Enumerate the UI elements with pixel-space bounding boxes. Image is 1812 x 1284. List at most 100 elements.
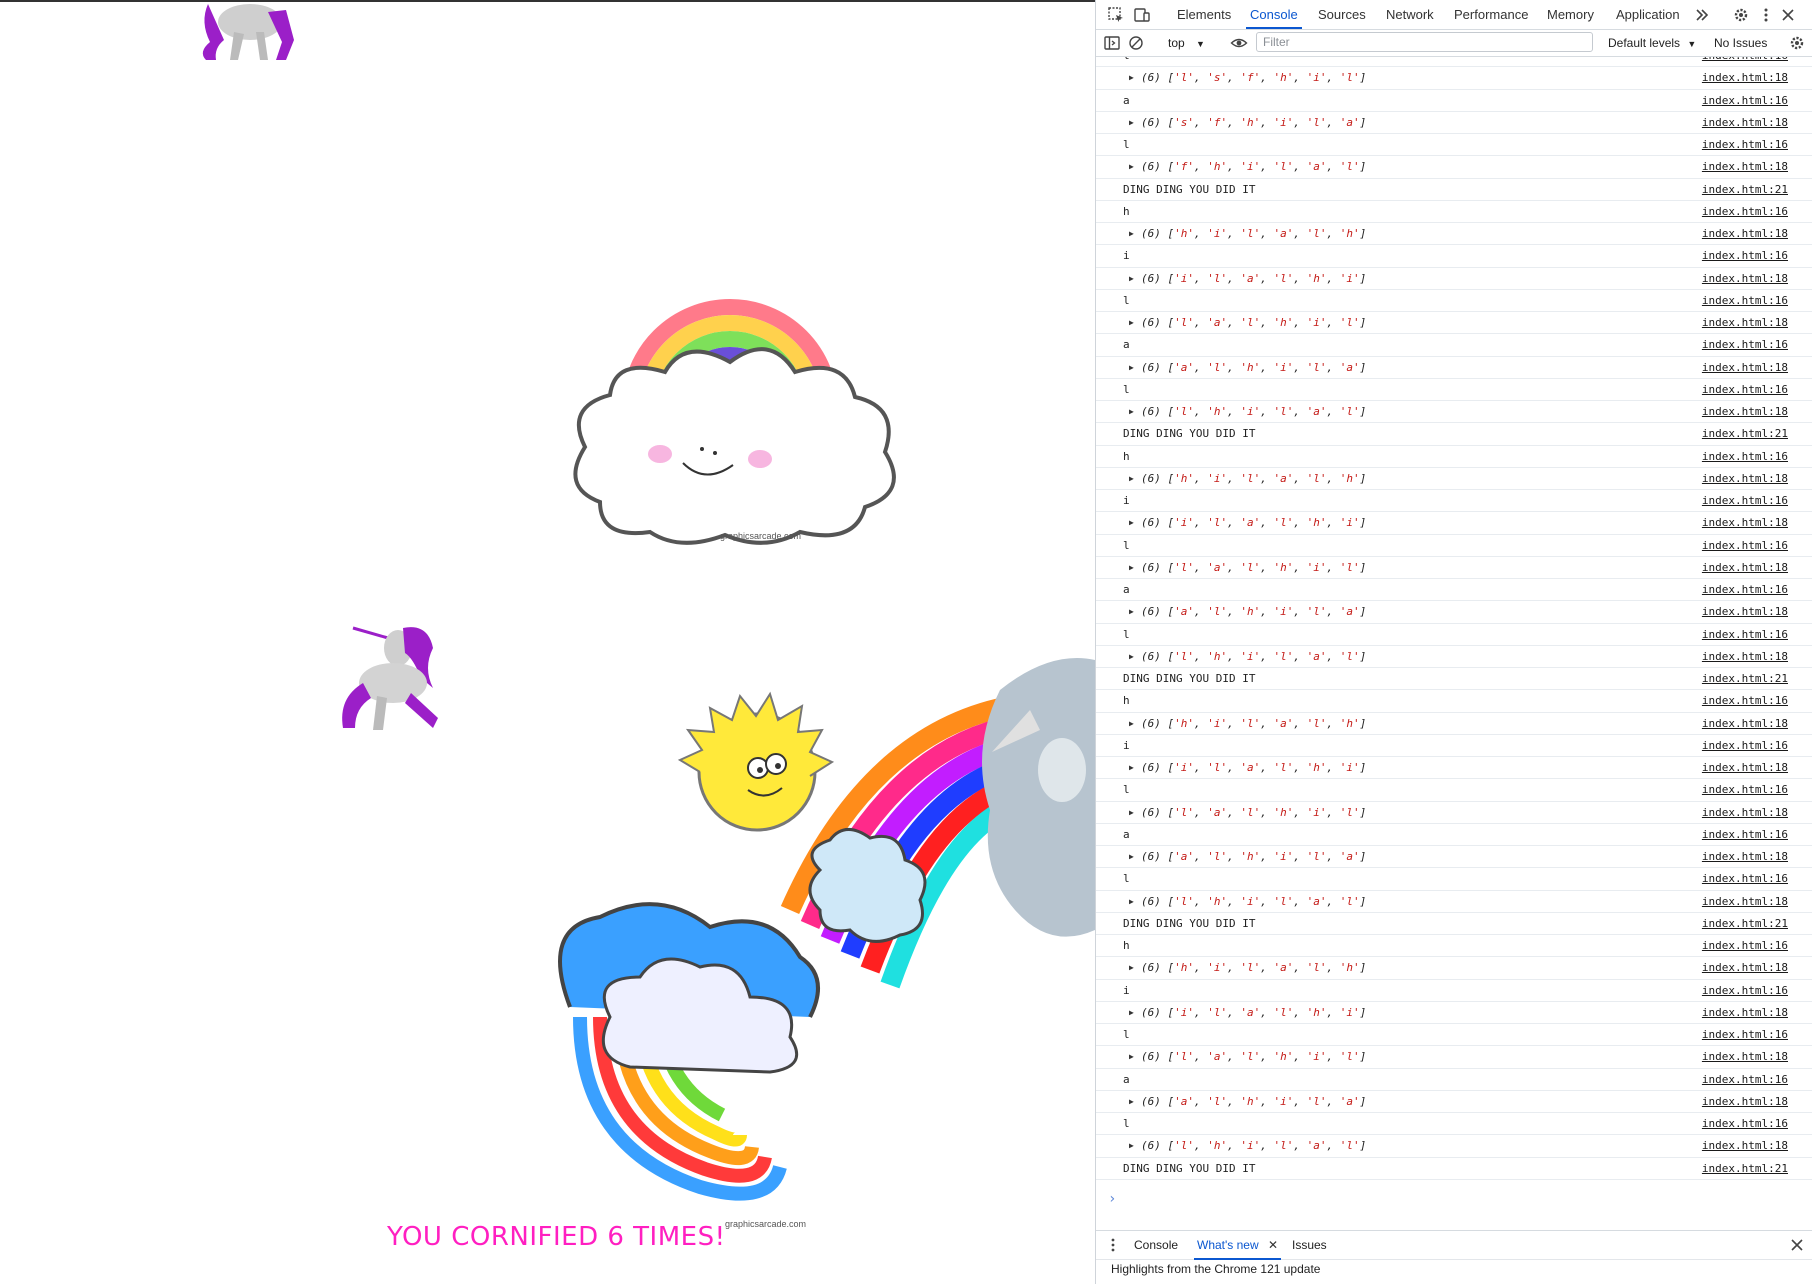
source-link[interactable]: index.html:16 <box>1702 690 1788 711</box>
source-link[interactable]: index.html:18 <box>1702 112 1788 133</box>
expand-triangle-icon[interactable]: ▶ <box>1129 401 1134 422</box>
tab-elements[interactable]: Elements <box>1177 0 1231 29</box>
source-link[interactable]: index.html:21 <box>1702 913 1788 934</box>
source-link[interactable]: index.html:16 <box>1702 379 1788 400</box>
source-link[interactable]: index.html:18 <box>1702 757 1788 778</box>
console-row[interactable]: ▶ (6) ['a', 'l', 'h', 'i', 'l', 'a'] index… <box>1096 357 1812 379</box>
console-row[interactable]: ▶ (6) ['l', 'h', 'i', 'l', 'a', 'l'] index… <box>1096 1135 1812 1158</box>
close-drawer-icon[interactable] <box>1788 1236 1806 1254</box>
drawer-tab-console[interactable]: Console <box>1134 1231 1178 1259</box>
source-link[interactable]: index.html:18 <box>1702 268 1788 289</box>
source-link[interactable]: index.html:18 <box>1702 846 1788 867</box>
source-link[interactable]: index.html:18 <box>1702 1091 1788 1112</box>
source-link[interactable]: index.html:18 <box>1702 512 1788 533</box>
source-link[interactable]: index.html:18 <box>1702 802 1788 823</box>
console-filter-input[interactable] <box>1256 32 1593 52</box>
sidebar-toggle-icon[interactable] <box>1103 34 1121 52</box>
console-row[interactable]: ▶ (6) ['l', 'h', 'i', 'l', 'a', 'l'] index… <box>1096 646 1812 668</box>
settings-gear-icon[interactable] <box>1732 6 1750 24</box>
source-link[interactable]: index.html:18 <box>1702 401 1788 422</box>
source-link[interactable]: index.html:21 <box>1702 1158 1788 1179</box>
expand-triangle-icon[interactable]: ▶ <box>1129 357 1134 378</box>
close-tab-icon[interactable]: ✕ <box>1268 1238 1278 1252</box>
console-row[interactable]: ▶ (6) ['l', 'a', 'l', 'h', 'i', 'l'] index… <box>1096 312 1812 335</box>
source-link[interactable]: index.html:16 <box>1702 735 1788 756</box>
expand-triangle-icon[interactable]: ▶ <box>1129 156 1134 177</box>
source-link[interactable]: index.html:18 <box>1702 601 1788 622</box>
log-levels-dropdown[interactable]: Default levels ▼ <box>1608 30 1696 56</box>
console-row[interactable]: ▶ (6) ['h', 'i', 'l', 'a', 'l', 'h'] index… <box>1096 468 1812 490</box>
expand-triangle-icon[interactable]: ▶ <box>1129 557 1134 578</box>
expand-triangle-icon[interactable]: ▶ <box>1129 268 1134 289</box>
console-row[interactable]: ▶ (6) ['l', 'a', 'l', 'h', 'i', 'l'] index… <box>1096 557 1812 579</box>
expand-triangle-icon[interactable]: ▶ <box>1129 468 1134 489</box>
console-row[interactable]: ▶ (6) ['i', 'l', 'a', 'l', 'h', 'i'] index… <box>1096 1002 1812 1024</box>
source-link[interactable]: index.html:16 <box>1702 579 1788 600</box>
expand-triangle-icon[interactable]: ▶ <box>1129 757 1134 778</box>
expand-triangle-icon[interactable]: ▶ <box>1129 312 1134 333</box>
console-row[interactable]: ▶ (6) ['l', 'a', 'l', 'h', 'i', 'l'] index… <box>1096 1046 1812 1069</box>
console-row[interactable]: ▶ (6) ['l', 'a', 'l', 'h', 'i', 'l'] index… <box>1096 802 1812 824</box>
source-link[interactable]: index.html:16 <box>1702 334 1788 355</box>
console-row[interactable]: ▶ (6) ['a', 'l', 'h', 'i', 'l', 'a'] index… <box>1096 846 1812 869</box>
source-link[interactable]: index.html:18 <box>1702 1002 1788 1023</box>
drawer-tab-issues[interactable]: Issues <box>1292 1231 1327 1259</box>
console-row[interactable]: ▶ (6) ['s', 'f', 'h', 'i', 'l', 'a'] index… <box>1096 112 1812 134</box>
console-row[interactable]: ▶ (6) ['f', 'h', 'i', 'l', 'a', 'l'] index… <box>1096 156 1812 179</box>
source-link[interactable]: index.html:18 <box>1702 223 1788 244</box>
source-link[interactable]: index.html:16 <box>1702 624 1788 645</box>
expand-triangle-icon[interactable]: ▶ <box>1129 1135 1134 1156</box>
console-row[interactable]: ▶ (6) ['l', 's', 'f', 'h', 'i', 'l'] index… <box>1096 67 1812 90</box>
chevrons-right-icon[interactable] <box>1693 6 1711 24</box>
console-row[interactable]: ▶ (6) ['a', 'l', 'h', 'i', 'l', 'a'] index… <box>1096 1091 1812 1113</box>
source-link[interactable]: index.html:16 <box>1702 535 1788 556</box>
expand-triangle-icon[interactable]: ▶ <box>1129 891 1134 912</box>
console-settings-gear-icon[interactable] <box>1788 34 1806 52</box>
console-row[interactable]: ▶ (6) ['h', 'i', 'l', 'a', 'l', 'h'] index… <box>1096 713 1812 735</box>
source-link[interactable]: index.html:16 <box>1702 290 1788 311</box>
expand-triangle-icon[interactable]: ▶ <box>1129 67 1134 88</box>
clear-console-icon[interactable] <box>1127 34 1145 52</box>
expand-triangle-icon[interactable]: ▶ <box>1129 957 1134 978</box>
expand-triangle-icon[interactable]: ▶ <box>1129 646 1134 667</box>
console-row[interactable]: ▶ (6) ['h', 'i', 'l', 'a', 'l', 'h'] index… <box>1096 957 1812 980</box>
tab-console[interactable]: Console <box>1246 0 1302 29</box>
source-link[interactable]: index.html:16 <box>1702 868 1788 889</box>
source-link[interactable]: index.html:18 <box>1702 1046 1788 1067</box>
source-link[interactable]: index.html:18 <box>1702 891 1788 912</box>
source-link[interactable]: index.html:18 <box>1702 557 1788 578</box>
source-link[interactable]: index.html:18 <box>1702 1135 1788 1156</box>
context-selector[interactable]: top ▼ <box>1168 30 1205 56</box>
expand-triangle-icon[interactable]: ▶ <box>1129 1091 1134 1112</box>
source-link[interactable]: index.html:16 <box>1702 57 1788 66</box>
source-link[interactable]: index.html:18 <box>1702 957 1788 978</box>
source-link[interactable]: index.html:21 <box>1702 668 1788 689</box>
console-row[interactable]: ▶ (6) ['l', 'h', 'i', 'l', 'a', 'l'] index… <box>1096 891 1812 913</box>
tab-memory[interactable]: Memory <box>1547 0 1594 29</box>
source-link[interactable]: index.html:16 <box>1702 935 1788 956</box>
more-options-icon[interactable] <box>1757 6 1775 24</box>
source-link[interactable]: index.html:18 <box>1702 713 1788 734</box>
expand-triangle-icon[interactable]: ▶ <box>1129 601 1134 622</box>
source-link[interactable]: index.html:16 <box>1702 490 1788 511</box>
console-row[interactable]: ▶ (6) ['a', 'l', 'h', 'i', 'l', 'a'] index… <box>1096 601 1812 624</box>
device-toolbar-icon[interactable] <box>1133 6 1151 24</box>
source-link[interactable]: index.html:18 <box>1702 156 1788 177</box>
tab-performance[interactable]: Performance <box>1454 0 1528 29</box>
live-expression-eye-icon[interactable] <box>1230 34 1248 52</box>
tab-application[interactable]: Application <box>1616 0 1680 29</box>
tab-sources[interactable]: Sources <box>1318 0 1366 29</box>
source-link[interactable]: index.html:16 <box>1702 245 1788 266</box>
expand-triangle-icon[interactable]: ▶ <box>1129 112 1134 133</box>
expand-triangle-icon[interactable]: ▶ <box>1129 846 1134 867</box>
source-link[interactable]: index.html:16 <box>1702 201 1788 222</box>
drawer-tab-whats-new[interactable]: What's new ✕ <box>1193 1231 1282 1260</box>
drawer-menu-icon[interactable] <box>1104 1236 1122 1254</box>
source-link[interactable]: index.html:18 <box>1702 468 1788 489</box>
source-link[interactable]: index.html:16 <box>1702 90 1788 111</box>
source-link[interactable]: index.html:18 <box>1702 67 1788 88</box>
expand-triangle-icon[interactable]: ▶ <box>1129 1046 1134 1067</box>
source-link[interactable]: index.html:18 <box>1702 357 1788 378</box>
console-row[interactable]: ▶ (6) ['i', 'l', 'a', 'l', 'h', 'i'] index… <box>1096 757 1812 780</box>
source-link[interactable]: index.html:16 <box>1702 980 1788 1001</box>
